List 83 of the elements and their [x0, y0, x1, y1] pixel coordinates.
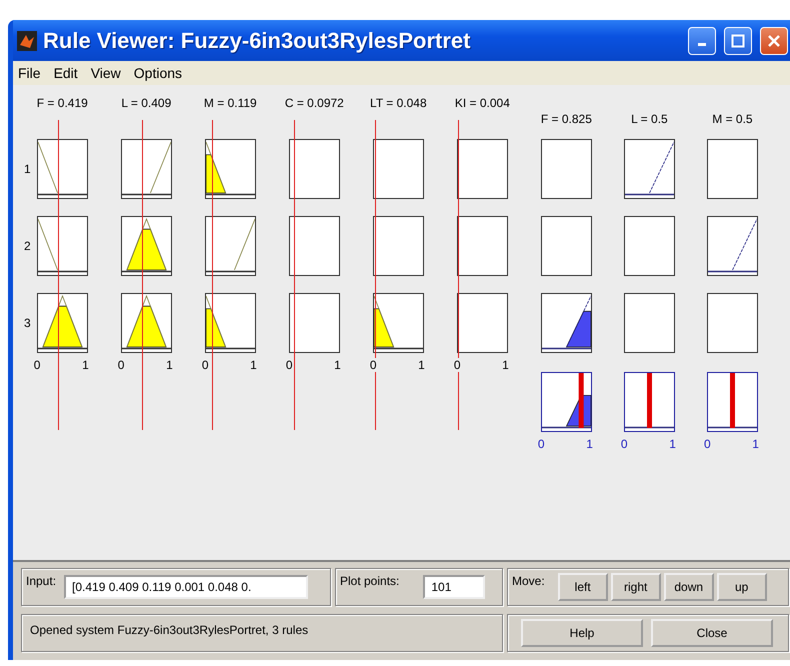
close-icon	[767, 34, 781, 48]
menu-item[interactable]: File	[18, 65, 41, 81]
dialog-button[interactable]: Help	[521, 619, 643, 647]
input-value-label: M = 0.119	[204, 95, 257, 111]
input-value-line[interactable]	[374, 120, 376, 430]
axis-tick-label: 1	[418, 358, 425, 372]
input-value-label: C = 0.0972	[284, 95, 344, 111]
output-value-label: F = 0.825	[540, 111, 592, 127]
status-text: Opened system Fuzzy-6in3out3RylesPortret, 3 rules	[29, 622, 308, 637]
rule-number: 2	[23, 238, 32, 255]
output-value-label: L = 0.5	[631, 111, 668, 127]
maximize-icon	[731, 34, 745, 48]
move-label: Move:	[512, 573, 545, 588]
app-icon	[17, 30, 37, 50]
fired-area	[373, 308, 394, 348]
dialog-button[interactable]: Close	[651, 619, 773, 647]
fired-area	[126, 228, 166, 270]
axis-tick-label: 0	[34, 358, 40, 372]
axis-tick-label: 0	[454, 358, 461, 372]
axis-tick-label: 1	[752, 437, 759, 451]
fired-area	[126, 306, 166, 348]
axis-tick-label: 1	[250, 358, 257, 372]
rule-number: 1	[23, 161, 32, 178]
plot-points-field[interactable]: 101	[423, 575, 486, 599]
axis-tick-label: 0	[538, 437, 545, 451]
window-title: Rule Viewer: Fuzzy-6in3out3RylesPortret	[43, 28, 472, 54]
membership-plot	[540, 216, 592, 276]
axis-tick-label: 1	[669, 437, 676, 451]
input-value-label: L = 0.409	[121, 95, 172, 111]
menu-item[interactable]: View	[90, 65, 121, 81]
input-value-line[interactable]	[58, 120, 59, 430]
input-value-line[interactable]	[212, 120, 213, 430]
input-value-label: KI = 0.004	[454, 95, 510, 111]
move-button[interactable]: left	[558, 573, 608, 601]
axis-tick-label: 1	[586, 437, 593, 451]
membership-plot	[372, 139, 424, 199]
membership-plot	[288, 293, 340, 353]
membership-plot	[706, 139, 758, 199]
membership-plot	[624, 216, 675, 276]
axis-tick-label: 1	[166, 358, 173, 372]
axis-tick-label: 0	[620, 437, 628, 451]
menu-item[interactable]: Edit	[54, 65, 78, 81]
axis-tick-label: 0	[118, 358, 124, 372]
fired-area	[205, 154, 226, 194]
minimize-button[interactable]	[688, 26, 716, 54]
input-value-label: F = 0.419	[36, 95, 88, 111]
move-button[interactable]: down	[664, 573, 714, 601]
maximize-button[interactable]	[724, 26, 752, 54]
input-value-label: LT = 0.048	[370, 95, 427, 111]
membership-plot	[288, 139, 340, 199]
input-value-line[interactable]	[294, 120, 295, 430]
membership-plot	[706, 293, 758, 353]
output-value-bar	[578, 373, 584, 428]
minimize-icon	[698, 43, 706, 46]
membership-plot	[456, 216, 508, 276]
move-button[interactable]: right	[610, 573, 661, 601]
axis-tick-label: 0	[286, 358, 293, 372]
output-value-bar	[646, 373, 652, 428]
axis-tick-label: 0	[704, 437, 711, 451]
membership-plot	[456, 293, 508, 353]
move-button[interactable]: up	[716, 573, 767, 601]
membership-plot	[540, 139, 592, 199]
membership-plot	[456, 139, 508, 199]
membership-plot	[624, 293, 675, 353]
axis-tick-label: 1	[334, 358, 341, 372]
membership-plot	[372, 216, 424, 276]
close-button[interactable]	[760, 26, 788, 54]
axis-tick-label: 1	[82, 358, 89, 372]
fired-area	[205, 308, 226, 348]
output-value-label: M = 0.5	[712, 111, 753, 127]
input-label: Input:	[26, 573, 56, 588]
menu-item[interactable]: Options	[134, 65, 182, 81]
membership-plot	[288, 216, 340, 276]
axis-tick-label: 0	[202, 358, 208, 372]
axis-tick-label: 1	[502, 358, 509, 372]
input-value-line[interactable]	[142, 120, 143, 430]
input-field[interactable]: [0.419 0.409 0.119 0.001 0.048 0.	[64, 575, 308, 599]
output-value-bar	[730, 373, 735, 428]
input-value-line[interactable]	[458, 120, 459, 430]
plot-points-label: Plot points:	[340, 573, 400, 588]
axis-tick-label: 0	[370, 358, 377, 372]
fired-area	[566, 310, 592, 348]
fired-area	[42, 306, 82, 348]
